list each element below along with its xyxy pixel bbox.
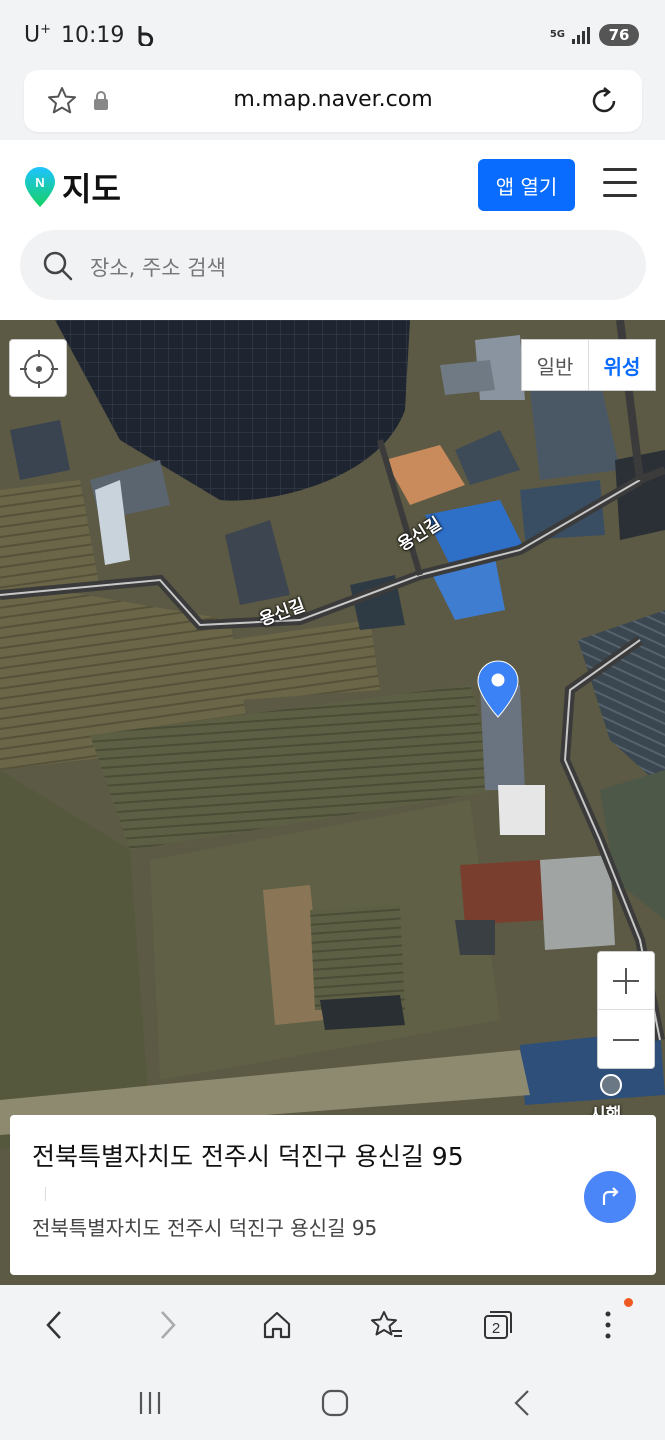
tabs-icon: 2 <box>484 1311 512 1339</box>
tabs-button[interactable]: 2 <box>478 1305 518 1345</box>
clock: 10:19 <box>61 22 125 48</box>
recent-apps-button[interactable] <box>130 1385 170 1421</box>
logo-text: 지도 <box>62 170 121 208</box>
address-bar[interactable]: m.map.naver.com <box>24 70 642 132</box>
system-back-icon <box>514 1390 529 1416</box>
map-header: N 지도 앱 열기 장소, 주소 검색 <box>0 140 665 320</box>
zoom-in-button[interactable] <box>598 952 654 1010</box>
home-circle-icon <box>321 1389 349 1417</box>
system-navigation <box>0 1365 665 1440</box>
copyright-text: 국토지리정보원 <box>68 1261 159 1277</box>
forward-arrow-icon <box>161 1311 176 1339</box>
naver-brand: NAVER <box>10 1261 63 1277</box>
url-text[interactable]: m.map.naver.com <box>24 87 642 112</box>
search-input[interactable]: 장소, 주소 검색 <box>20 230 646 300</box>
b-app-icon <box>138 26 154 46</box>
naver-map-logo[interactable]: N 지도 <box>24 164 121 210</box>
zoom-control <box>597 951 655 1069</box>
minus-icon <box>613 1039 639 1041</box>
forward-button[interactable] <box>148 1305 188 1345</box>
browser-toolbar: 2 <box>0 1285 665 1365</box>
route-button[interactable] <box>584 1171 636 1223</box>
system-back-button[interactable] <box>502 1385 542 1421</box>
carrier-text: U <box>24 22 41 48</box>
crosshair-icon[interactable] <box>9 339 67 397</box>
carrier-sup: + <box>40 22 52 38</box>
home-system-button[interactable] <box>315 1385 355 1421</box>
location-marker-icon[interactable] <box>477 660 519 718</box>
search-placeholder: 장소, 주소 검색 <box>90 256 226 280</box>
tabs-count: 2 <box>492 1320 500 1337</box>
zoom-out-button[interactable] <box>598 1011 654 1069</box>
recents-icon <box>139 1392 161 1414</box>
more-menu-button[interactable] <box>588 1305 628 1345</box>
place-address: 전북특별자치도 전주시 덕진구 용신길 95 <box>32 1216 378 1240</box>
logo-badge: N <box>35 175 44 190</box>
locate-graphic <box>20 350 58 388</box>
map-layer-toggle: 일반 위성 <box>521 339 656 391</box>
map-attribution: NAVER 국토지리정보원 <box>10 1258 159 1278</box>
layer-option-normal[interactable]: 일반 <box>522 340 588 390</box>
satellite-map[interactable]: 용신길 용신길 시행 일반 위성 <box>0 320 665 1285</box>
screen: U+ 10:19 5G 76 m.map.naver.com N 지도 앱 열기… <box>0 0 665 1440</box>
bookmark-star-icon <box>371 1311 402 1337</box>
more-vertical-icon <box>605 1311 611 1339</box>
notification-dot <box>624 1298 633 1307</box>
status-left: U+ 10:19 <box>24 20 156 50</box>
divider <box>45 1187 46 1201</box>
scale-label: 30m <box>562 1254 592 1269</box>
place-info-card[interactable]: 전북특별자치도 전주시 덕진구 용신길 95 전북특별자치도 전주시 덕진구 용… <box>10 1115 656 1275</box>
open-app-button[interactable]: 앱 열기 <box>478 159 575 211</box>
place-title: 전북특별자치도 전주시 덕진구 용신길 95 <box>32 1142 464 1171</box>
carrier: U+ <box>24 22 51 47</box>
poi-building-icon[interactable] <box>600 1074 622 1096</box>
network-type: 5G <box>549 29 565 40</box>
back-arrow-icon <box>46 1311 61 1339</box>
signal-icon <box>572 27 590 44</box>
home-icon <box>263 1311 291 1339</box>
layer-option-satellite[interactable]: 위성 <box>588 340 655 390</box>
route-arrow-icon <box>602 1187 619 1205</box>
plus-icon <box>613 967 639 994</box>
home-button[interactable] <box>257 1305 297 1345</box>
naver-pin-icon: N <box>25 167 55 207</box>
search-icon <box>43 251 73 281</box>
bookmarks-button[interactable] <box>367 1305 407 1345</box>
status-bar: U+ 10:19 5G 76 <box>0 0 665 68</box>
status-right: 5G 76 <box>550 20 639 50</box>
back-button[interactable] <box>34 1305 74 1345</box>
hamburger-icon[interactable] <box>600 168 640 202</box>
battery-indicator: 76 <box>599 24 639 46</box>
reload-icon[interactable] <box>588 85 620 117</box>
